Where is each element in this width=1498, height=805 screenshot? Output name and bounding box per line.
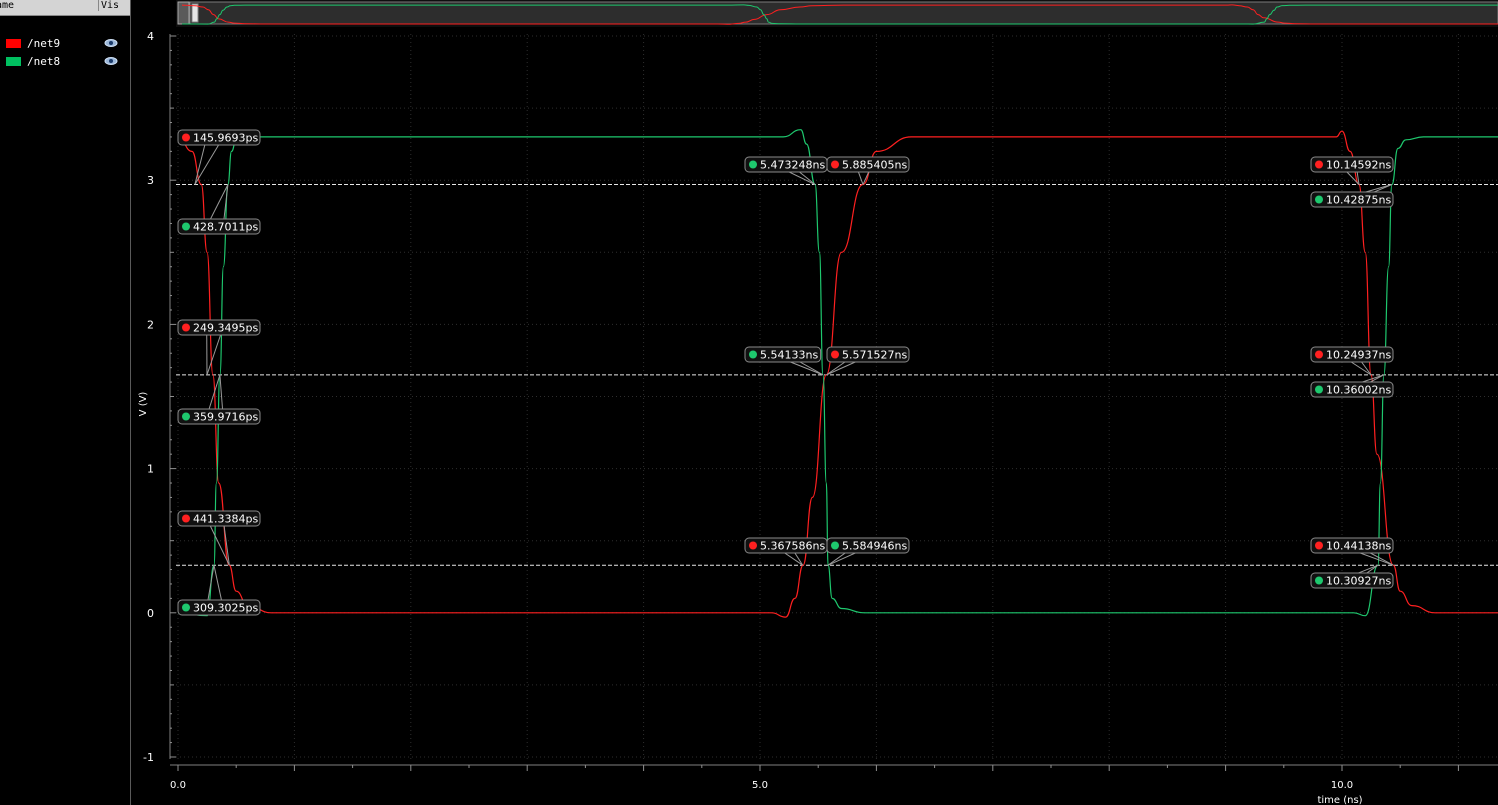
x-axis-label: time (ns) [1317,795,1362,805]
marker-text: 5.584946ns [842,540,907,553]
marker-dot [182,222,190,231]
marker-dot [749,350,757,359]
marker-text: 145.9693ps [193,132,258,145]
marker-dot [182,514,190,523]
marker-dot [831,350,839,359]
marker-dot [1315,195,1323,204]
marker-text: 5.885405ns [842,159,907,172]
y-tick-label: 1 [147,463,154,476]
marker-text: 309.3025ps [193,602,258,615]
marker-dot [1315,350,1323,359]
marker-text: 10.30927ns [1326,575,1391,588]
marker-text: 428.7011ps [193,221,258,234]
plot-grid [176,34,1498,759]
marker-dot [1315,385,1323,394]
marker-dot [1315,541,1323,550]
y-tick-label: 2 [147,318,154,331]
marker-text: 5.571527ns [842,349,907,362]
overview-grip[interactable] [191,3,199,23]
marker-dot [749,160,757,169]
marker-text: 10.24937ns [1326,349,1391,362]
marker-text: 10.42875ns [1326,194,1391,207]
marker-dot [182,412,190,421]
x-tick-label: 10.0 [1331,780,1353,791]
marker-text: 5.54133ns [760,349,818,362]
y-tick-label: 3 [147,174,154,187]
marker-dot [182,603,190,612]
overview-strip[interactable] [176,0,1498,27]
marker-dot [182,323,190,332]
marker-text: 441.3384ps [193,513,258,526]
marker-text: 359.9716ps [193,411,258,424]
marker-text: 10.36002ns [1326,384,1391,397]
waveform-plot[interactable]: 4 3 2 1 0 -1 0.0 5.0 10.0 145.9693ps 428.7011ps 24… [0,0,1498,805]
marker-text: 5.473248ns [760,159,825,172]
y-tick-label: 4 [147,30,154,43]
marker-dot [749,541,757,550]
y-tick-label: 0 [147,607,154,620]
marker-text: 249.3495ps [193,322,258,335]
x-tick-label: 5.0 [752,780,768,791]
marker-dot [1315,160,1323,169]
marker-dot [831,160,839,169]
marker-text: 10.44138ns [1326,540,1391,553]
x-tick-label: 0.0 [170,780,186,791]
plot-background [176,34,1498,759]
y-tick-label: -1 [143,751,154,764]
marker-dot [1315,576,1323,585]
y-axis-label: V (V) [138,392,149,417]
marker-text: 10.14592ns [1326,159,1391,172]
marker-dot [182,133,190,142]
marker-text: 5.367586ns [760,540,825,553]
marker-dot [831,541,839,550]
